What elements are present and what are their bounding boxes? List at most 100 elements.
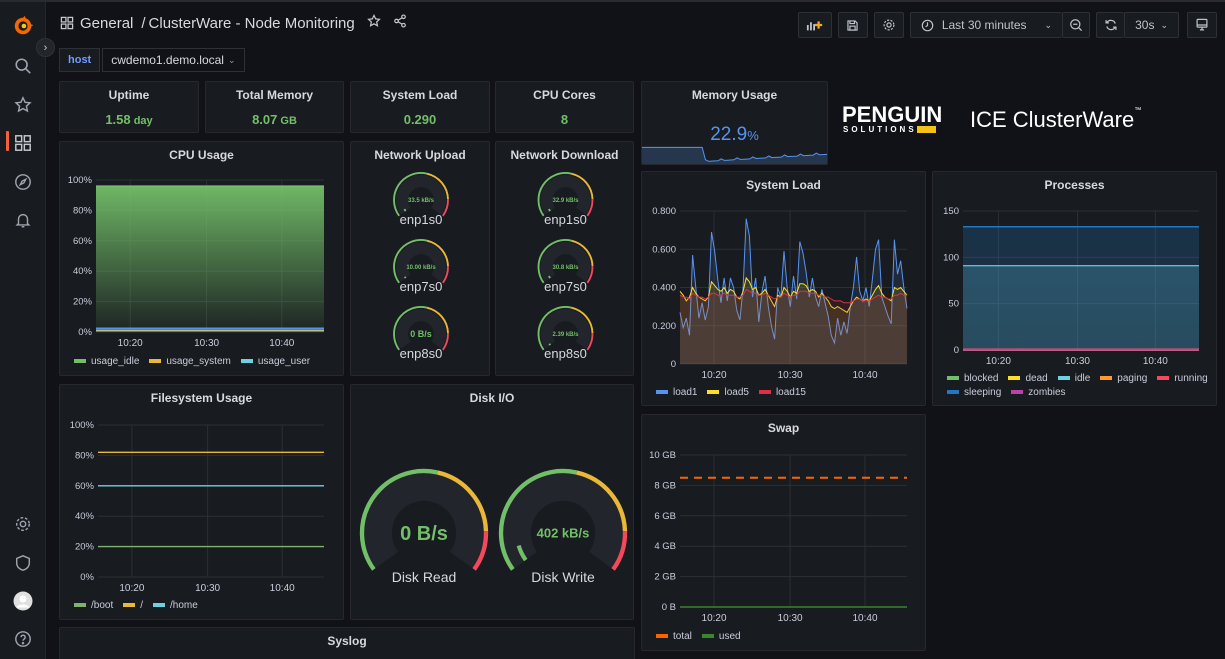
panel-swap: Swap 0 B2 GB 4 GB 6 GB 8 GB 10 GB 10:20 10:30 1… xyxy=(641,414,926,651)
x-tick-label: 10:30 xyxy=(778,613,803,624)
gauge-enp8s0: 0 B/s enp8s0 xyxy=(351,142,491,377)
y-tick-label: 150 xyxy=(943,206,959,217)
stat-value: 0.290 xyxy=(351,112,489,127)
stat-value: 1.58 day xyxy=(60,112,198,127)
legend-swatch xyxy=(1157,376,1170,381)
gauge-disk-write: 402 kB/s Disk Write xyxy=(489,385,635,620)
stat-number: 0.290 xyxy=(403,112,437,127)
zoom-out-icon xyxy=(1070,19,1083,32)
legend-item-boot[interactable]: /boot xyxy=(74,600,113,611)
memory-number: 22.9 xyxy=(710,124,748,145)
shield-icon[interactable] xyxy=(11,551,35,575)
ice-clusterware-logo: ICE ClusterWare™ xyxy=(970,107,1141,133)
legend-label: sleeping xyxy=(964,387,1002,398)
dashboard-title[interactable]: ClusterWare - Node Monitoring xyxy=(149,15,355,32)
settings-gear-icon[interactable] xyxy=(11,512,35,536)
stat-value: 8 xyxy=(496,112,633,127)
gauge-name: Disk Read xyxy=(392,569,457,585)
filesystem-chart: 0% 20% 40% 60% 80% 100% 10:20 10:30 10:40 xyxy=(70,420,324,594)
host-variable-value: cwdemo1.demo.local xyxy=(111,53,224,67)
tv-mode-button[interactable] xyxy=(1187,12,1217,38)
y-tick-label: 0 xyxy=(954,345,959,356)
legend-item-load1[interactable]: load1 xyxy=(656,387,697,398)
user-avatar[interactable] xyxy=(11,589,35,613)
refresh-interval-picker[interactable]: 30s ⌄ xyxy=(1124,12,1179,38)
x-tick-label: 10:30 xyxy=(194,338,219,349)
x-tick-label: 10:20 xyxy=(118,338,143,349)
panel-system-load: System Load 0 0.200 0.400 0.600 0.800 10:20 10… xyxy=(641,171,926,406)
legend-item-blocked[interactable]: blocked xyxy=(947,373,998,384)
disk-write-wrap: 402 kB/s Disk Write xyxy=(489,385,635,620)
legend-swatch xyxy=(240,359,253,364)
x-tick-label: 10:20 xyxy=(702,613,727,624)
legend-item-sleeping[interactable]: sleeping xyxy=(947,387,1001,398)
legend-label: paging xyxy=(1117,373,1148,384)
search-icon[interactable] xyxy=(11,54,35,78)
chevron-down-icon: ⌄ xyxy=(1044,19,1053,30)
legend-label: /home xyxy=(170,600,198,611)
legend-label: used xyxy=(718,631,741,642)
dashboards-icon[interactable] xyxy=(11,131,35,155)
panel-title: System Load xyxy=(382,88,458,102)
help-icon[interactable] xyxy=(11,627,35,651)
x-tick-label: 10:20 xyxy=(119,583,144,594)
gauge-track xyxy=(503,473,623,569)
legend-label: load1 xyxy=(673,387,698,398)
sparkline-area xyxy=(642,147,827,164)
y-tick-label: 20% xyxy=(73,297,93,308)
save-dashboard-button[interactable] xyxy=(837,12,868,38)
legend-item-idle[interactable]: idle xyxy=(1057,373,1091,384)
legend-item-usage_system[interactable]: usage_system xyxy=(149,356,231,367)
y-tick-label: 100% xyxy=(68,175,93,186)
panel-title: Total Memory xyxy=(235,88,314,102)
add-panel-button[interactable] xyxy=(797,12,832,38)
host-variable-select[interactable]: cwdemo1.demo.local ⌄ xyxy=(102,48,245,72)
legend-item-dead[interactable]: dead xyxy=(1008,373,1048,384)
grafana-app: › General / ClusterWare - Node Monitorin… xyxy=(0,0,1225,659)
legend-item-running[interactable]: running xyxy=(1157,373,1208,384)
alerting-bell-icon[interactable] xyxy=(11,208,35,232)
expand-sidebar-button[interactable]: › xyxy=(36,38,55,57)
grafana-logo-icon[interactable] xyxy=(11,14,35,38)
breadcrumb: General / ClusterWare - Node Monitoring xyxy=(60,14,407,32)
zoom-out-button[interactable] xyxy=(1062,12,1091,38)
legend-label: total xyxy=(673,631,692,642)
legend-label: dead xyxy=(1025,373,1048,384)
chevron-down-icon: ⌄ xyxy=(227,54,236,65)
time-range-picker[interactable]: Last 30 minutes ⌄ xyxy=(909,12,1063,38)
gauge-svg: 0 B/s Disk Read xyxy=(359,468,489,585)
dashboard-settings-button[interactable] xyxy=(873,12,904,38)
legend-item-usage_user[interactable]: usage_user xyxy=(240,356,310,367)
gauge-value: 0 B/s xyxy=(400,523,448,545)
legend-swatch xyxy=(701,634,714,639)
legend-item-paging[interactable]: paging xyxy=(1100,373,1147,384)
explore-icon[interactable] xyxy=(11,170,35,194)
legend-swatch xyxy=(1100,376,1113,381)
refresh-button[interactable] xyxy=(1096,12,1125,38)
legend-item-load5[interactable]: load5 xyxy=(707,387,749,398)
x-tick-label: 10:20 xyxy=(702,370,727,381)
legend-item-load15[interactable]: load15 xyxy=(758,387,806,398)
starred-icon[interactable] xyxy=(11,93,35,117)
breadcrumb-folder[interactable]: General xyxy=(80,15,133,32)
legend-label: idle xyxy=(1074,373,1091,384)
gauge-name: enp8s0 xyxy=(400,346,443,361)
stat-value: 8.07 GB xyxy=(206,112,343,127)
legend-label: running xyxy=(1174,373,1208,384)
legend-item-[interactable]: / xyxy=(123,600,143,611)
legend-item-zombies[interactable]: zombies xyxy=(1011,387,1066,398)
x-tick-label: 10:30 xyxy=(1065,356,1090,367)
sidebar xyxy=(0,2,46,659)
legend-item-home[interactable]: /home xyxy=(153,600,198,611)
y-tick-label: 0 B xyxy=(662,602,676,613)
star-dashboard-icon[interactable] xyxy=(366,14,381,32)
legend-item-total[interactable]: total xyxy=(656,631,692,642)
legend: blocked dead idle paging running sleeping zomb… xyxy=(947,373,1212,398)
gauge-svg: 0 B/s enp8s0 xyxy=(393,306,449,361)
legend-item-usage_idle[interactable]: usage_idle xyxy=(74,356,139,367)
processes-chart: 0 50 100 150 10:20 10:30 10:40 xyxy=(943,206,1199,367)
y-tick-label: 0.800 xyxy=(652,206,676,217)
legend-item-used[interactable]: used xyxy=(701,631,741,642)
variable-label-host: host xyxy=(59,48,101,72)
share-icon[interactable] xyxy=(393,14,407,32)
